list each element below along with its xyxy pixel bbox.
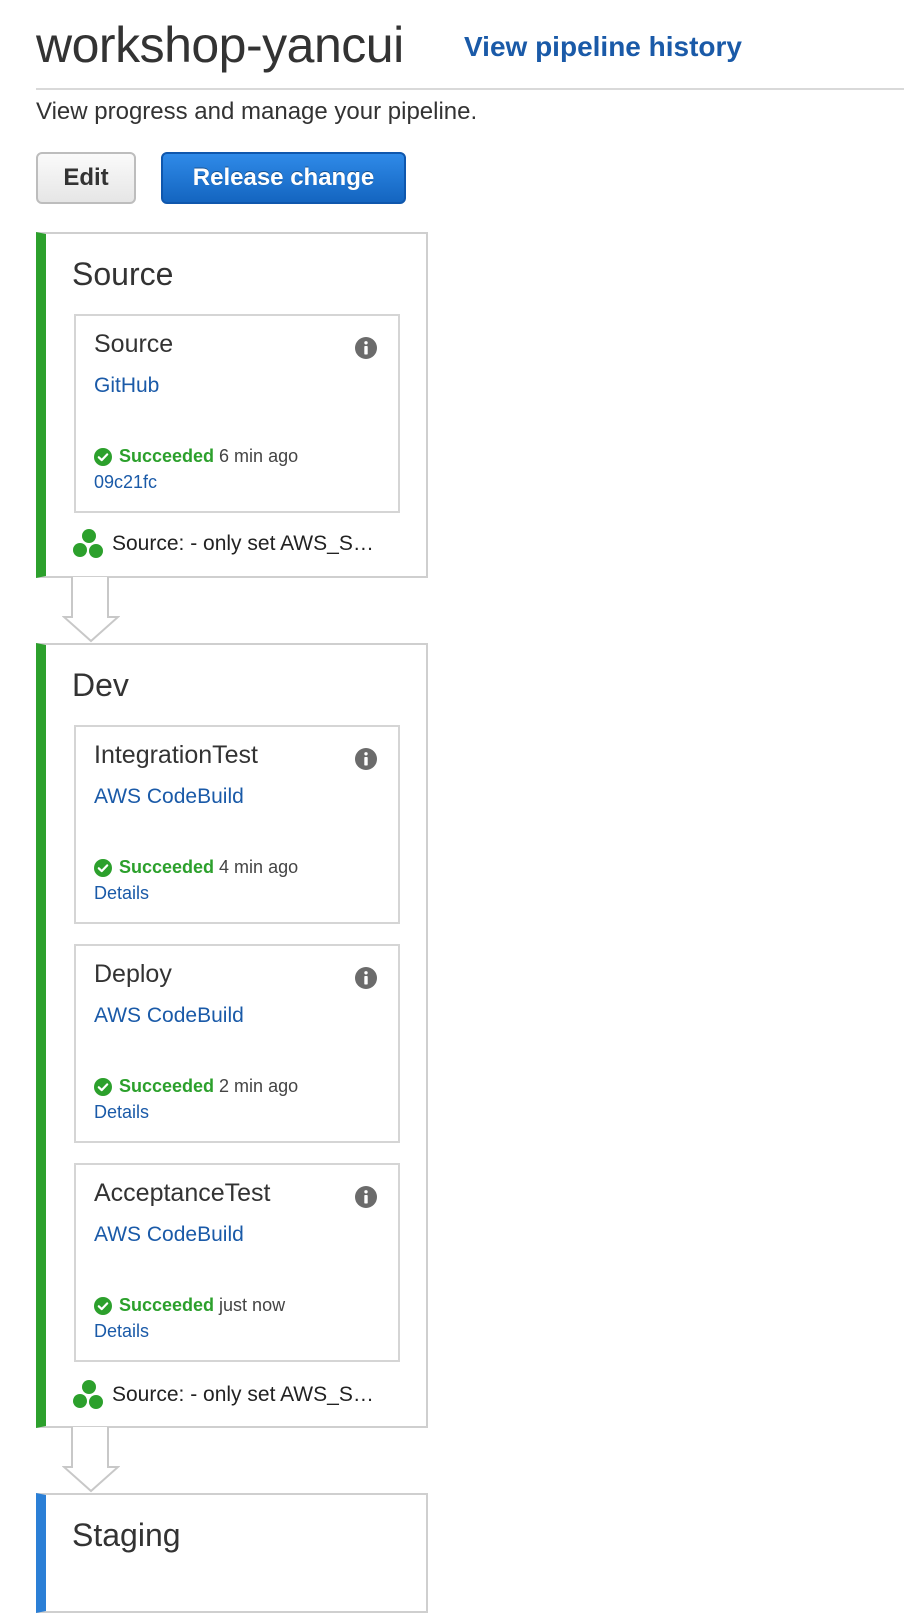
provider-link[interactable]: GitHub	[94, 374, 159, 398]
stage-title: Staging	[72, 1517, 181, 1553]
info-icon[interactable]	[354, 747, 378, 771]
info-icon[interactable]	[354, 336, 378, 360]
page-header: workshop-yancui View pipeline history	[36, 12, 904, 90]
info-icon[interactable]	[354, 966, 378, 990]
transition-arrow-icon	[62, 577, 120, 643]
action-status: Succeeded 2 min ago	[94, 1076, 298, 1097]
stage-commit-info: Source: - only set AWS_S…	[72, 528, 374, 560]
view-pipeline-history-link[interactable]: View pipeline history	[464, 31, 742, 63]
page-subtitle: View progress and manage your pipeline.	[36, 98, 478, 125]
commit-dots-icon	[73, 1380, 103, 1409]
status-label: Succeeded	[119, 857, 215, 877]
check-circle-icon	[94, 858, 112, 877]
commit-dots-icon	[73, 529, 103, 558]
check-circle-icon	[94, 1077, 112, 1096]
status-label: Succeeded	[119, 1295, 215, 1315]
details-link[interactable]: Details	[94, 883, 149, 904]
status-label: Succeeded	[119, 446, 215, 466]
action-card-acceptancetest: AcceptanceTest AWS CodeBuild Succeeded j…	[74, 1163, 400, 1362]
check-circle-icon	[94, 1296, 112, 1315]
stage-source: Source Source GitHub Succeeded 6 min ago…	[36, 232, 428, 578]
action-name: Deploy	[94, 960, 172, 988]
status-label: Succeeded	[119, 1076, 215, 1096]
commit-message[interactable]: Source: - only set AWS_S…	[112, 532, 374, 556]
stage-dev: Dev IntegrationTest AWS CodeBuild Succee…	[36, 643, 428, 1428]
action-status: Succeeded 4 min ago	[94, 857, 298, 878]
stage-commit-info: Source: - only set AWS_S…	[72, 1379, 374, 1411]
action-status: Succeeded just now	[94, 1295, 285, 1316]
action-card-integrationtest: IntegrationTest AWS CodeBuild Succeeded …	[74, 725, 400, 924]
action-card-source: Source GitHub Succeeded 6 min ago 09c21f…	[74, 314, 400, 513]
edit-button[interactable]: Edit	[36, 152, 136, 204]
provider-link[interactable]: AWS CodeBuild	[94, 1223, 244, 1247]
action-card-deploy: Deploy AWS CodeBuild Succeeded 2 min ago…	[74, 944, 400, 1143]
stage-title: Dev	[72, 667, 129, 703]
status-time: 4 min ago	[219, 857, 299, 877]
action-name: IntegrationTest	[94, 741, 258, 769]
provider-link[interactable]: AWS CodeBuild	[94, 1004, 244, 1028]
status-time: just now	[219, 1295, 286, 1315]
commit-message[interactable]: Source: - only set AWS_S…	[112, 1383, 374, 1407]
action-name: AcceptanceTest	[94, 1179, 271, 1207]
stage-title: Source	[72, 256, 174, 292]
pipeline-title: workshop-yancui	[36, 17, 404, 73]
stage-staging: Staging	[36, 1493, 428, 1613]
details-link[interactable]: Details	[94, 1321, 149, 1342]
action-name: Source	[94, 330, 174, 358]
provider-link[interactable]: AWS CodeBuild	[94, 785, 244, 809]
transition-arrow-icon	[62, 1427, 120, 1493]
details-link[interactable]: Details	[94, 1102, 149, 1123]
status-time: 6 min ago	[219, 446, 299, 466]
action-status: Succeeded 6 min ago	[94, 446, 298, 467]
status-time: 2 min ago	[219, 1076, 299, 1096]
commit-id-link[interactable]: 09c21fc	[94, 472, 157, 493]
info-icon[interactable]	[354, 1185, 378, 1209]
release-change-button[interactable]: Release change	[161, 152, 406, 204]
check-circle-icon	[94, 447, 112, 466]
